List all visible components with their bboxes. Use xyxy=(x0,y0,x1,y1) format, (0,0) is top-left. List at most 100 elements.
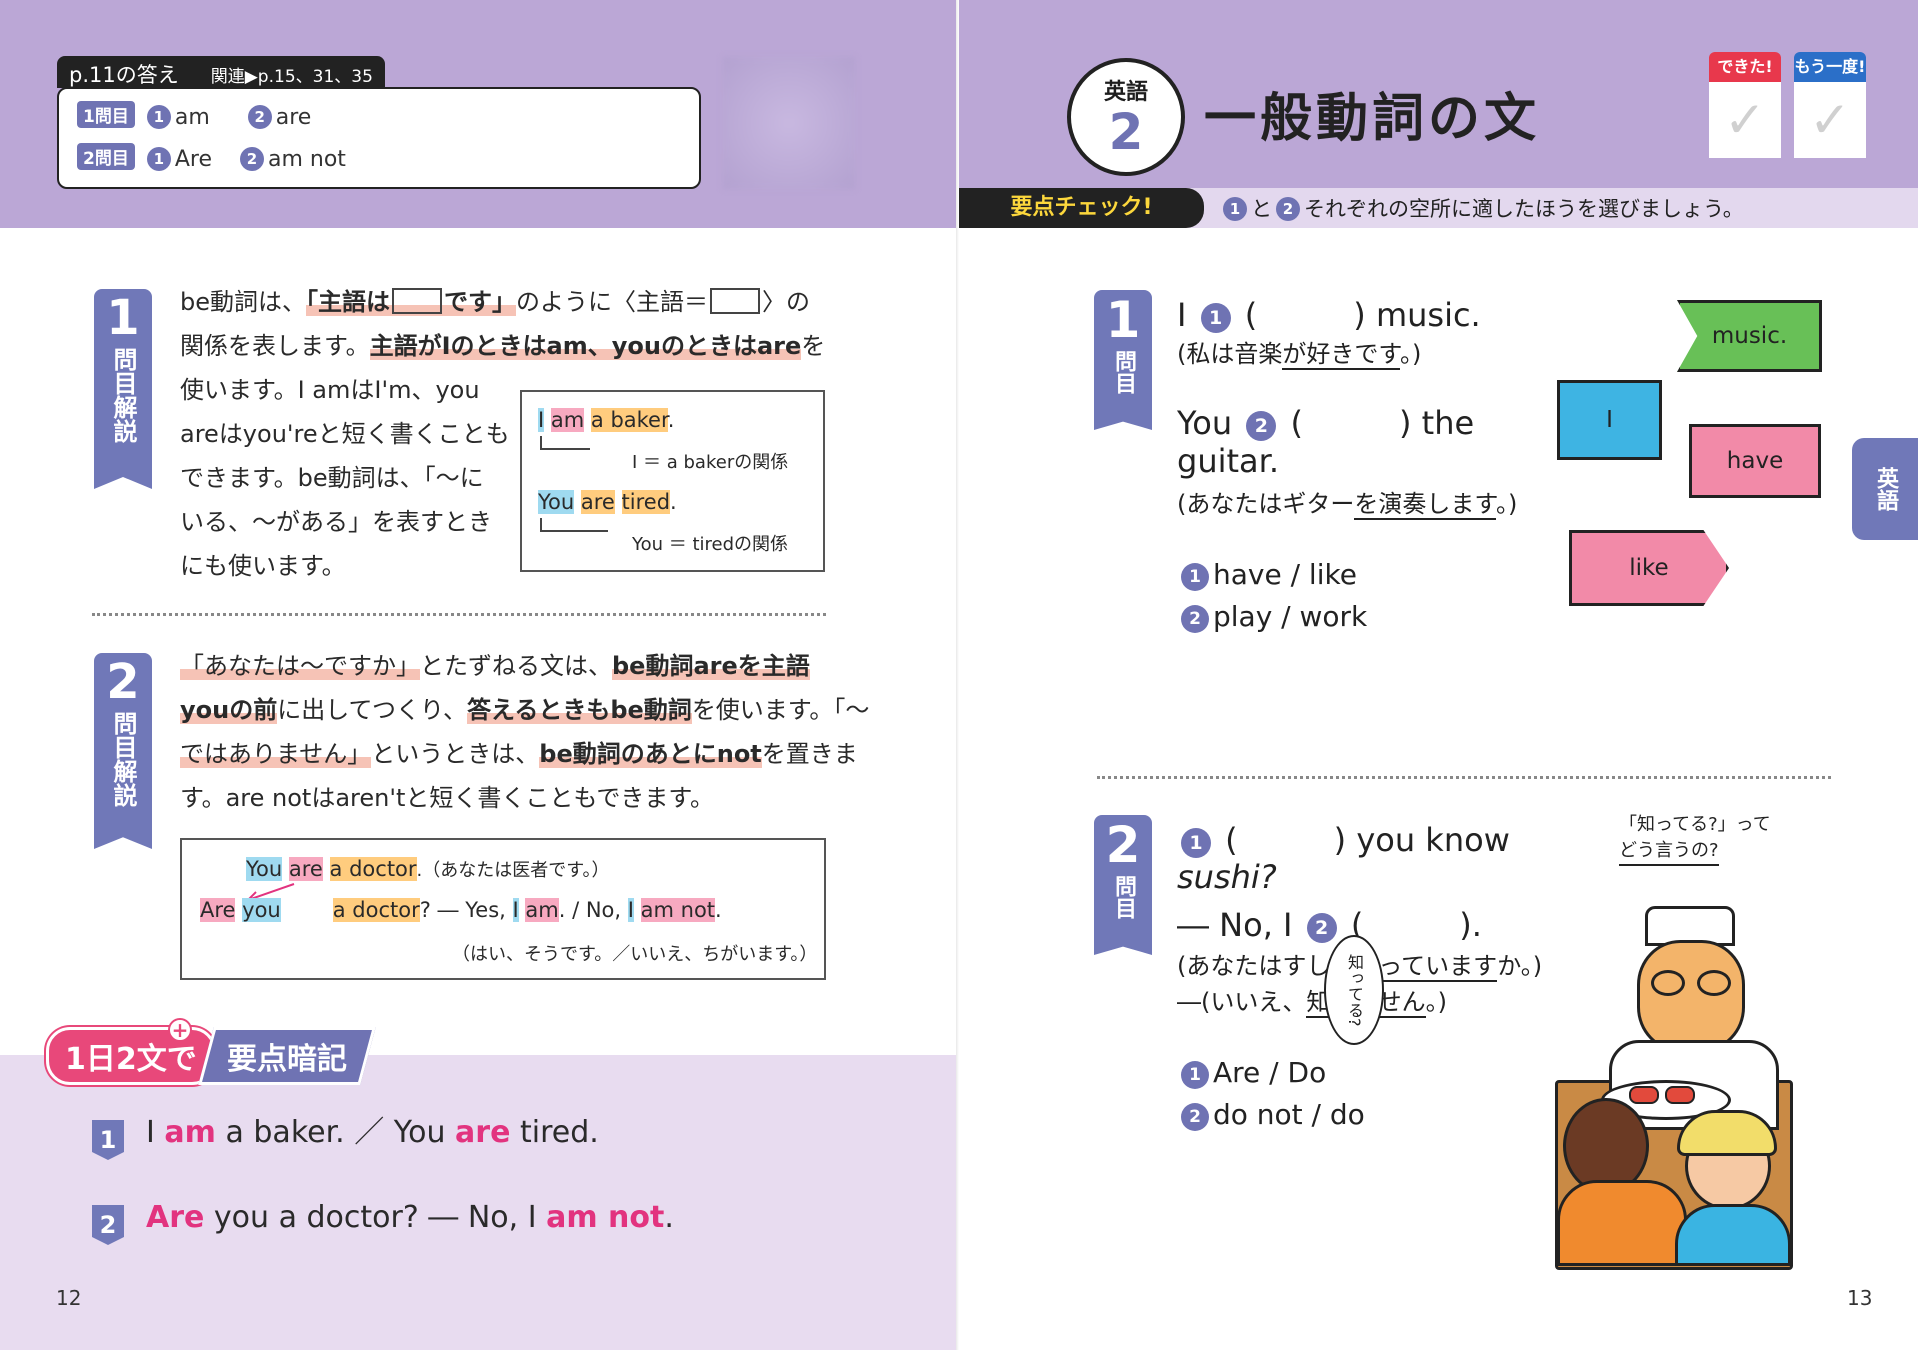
text: です」 xyxy=(444,288,516,316)
q1-sentence-1: I 1 ( ) music. xyxy=(1177,290,1481,336)
answer-blank[interactable]: ( ) xyxy=(1291,404,1412,442)
text: 。) xyxy=(1495,490,1518,518)
example-line-2: Are you a doctor? ― Yes, I am. / No, I am… xyxy=(200,898,722,922)
page-title: 一般動詞の文 xyxy=(1204,89,1541,149)
again-checkbox[interactable]: もう一度! ✓ xyxy=(1794,52,1866,160)
section-2-ribbon: 2 問目解説 xyxy=(94,653,152,849)
text: the xyxy=(1421,404,1475,442)
number-badge: 2 xyxy=(1181,605,1209,633)
page-number: 12 xyxy=(56,1286,82,1310)
text: . xyxy=(715,898,722,922)
q1-choice-2[interactable]: 2 play / work xyxy=(1177,600,1367,633)
word: Are xyxy=(200,898,236,922)
section-number: 1 xyxy=(106,290,140,346)
choice-text: have / like xyxy=(1213,558,1357,591)
text: 「知ってる?」って xyxy=(1619,814,1771,835)
text: . xyxy=(670,490,677,514)
text: を置きま xyxy=(761,740,858,768)
choice-text: do not / do xyxy=(1213,1098,1365,1131)
text: you a doctor? ― No, I xyxy=(213,1200,537,1235)
text: ―(いいえ、 xyxy=(1177,988,1307,1016)
dotted-divider xyxy=(1097,776,1831,779)
section-number: 2 xyxy=(106,654,140,710)
number-badge: 1 xyxy=(1181,1061,1209,1089)
keyword: are xyxy=(455,1115,511,1150)
done-checkbox[interactable]: できた! ✓ xyxy=(1709,52,1781,160)
section-label: 問目解説 xyxy=(109,711,137,807)
text: be動詞は、 xyxy=(180,288,306,316)
number-badge: 1 xyxy=(1223,197,1247,221)
relation-label: You ＝ tiredの関係 xyxy=(632,534,789,555)
highlight: 「主語は です」 xyxy=(306,288,516,316)
section-2-text: 「あなたは～ですか」とたずねる文は、be動詞areを主語 youの前に出してつく… xyxy=(180,644,869,820)
example-sentence-1: I am a baker. xyxy=(538,408,674,432)
choice-text: Are / Do xyxy=(1213,1056,1327,1089)
bracket xyxy=(540,436,590,450)
right-page: 英語 2 一般動詞の文 できた! ✓ もう一度! ✓ 要点チェック! 1 と 2 それ… xyxy=(959,0,1918,1350)
highlight: 「あなたは～ですか」 xyxy=(180,652,420,680)
answers-tab: p.11の答え 関連▶p.15、31、35 xyxy=(57,56,385,88)
bracket xyxy=(540,518,608,532)
example-box-1: I am a baker. I ＝ a bakerの関係 You are tir… xyxy=(520,390,825,572)
subject-side-tab: 英語 xyxy=(1852,438,1918,540)
example-translation: （はい、そうです。／いいえ、ちがいます。） xyxy=(452,944,818,965)
text: というときは、 xyxy=(371,740,540,768)
translation: .（あなたは医者です。） xyxy=(416,860,610,881)
related-pages: 関連▶p.15、31、35 xyxy=(210,67,373,87)
q2-choice-2[interactable]: 2 do not / do xyxy=(1177,1098,1365,1131)
word: am not xyxy=(640,898,716,922)
text: (あなたはすし xyxy=(1177,952,1331,980)
answer-blank[interactable]: ( ) xyxy=(1245,296,1366,334)
word: I xyxy=(512,898,519,922)
again-label: もう一度! xyxy=(1794,52,1866,82)
text: か。) xyxy=(1497,952,1543,980)
word: You xyxy=(246,857,283,881)
answers-title: p.11の答え xyxy=(69,63,179,87)
q1-sentence-2: You 2 ( ) the xyxy=(1177,398,1474,444)
question-label: 問目 xyxy=(1111,875,1136,919)
text: . xyxy=(664,1200,674,1235)
example-sentence-2: You are tired. xyxy=(538,490,677,514)
section-1-ribbon: 1 問目解説 xyxy=(94,289,152,489)
word: a doctor xyxy=(332,898,420,922)
answer-row-1: 1問目 1 am 2 are xyxy=(77,101,311,130)
question-number: 2 xyxy=(1105,816,1141,874)
blank-box xyxy=(710,288,760,314)
highlight: 答えるときもbe動詞 xyxy=(467,696,692,724)
word: are xyxy=(288,857,323,881)
example-line-1: You are a doctor.（あなたは医者です。） xyxy=(246,856,609,882)
q1-choice-1[interactable]: 1 have / like xyxy=(1177,558,1357,591)
keyword: am xyxy=(164,1115,216,1150)
answer-blank[interactable]: ( ) xyxy=(1225,821,1346,859)
memo-sentence-1: 1I am a baker. ／ You are tired. xyxy=(92,1107,599,1160)
text: 要点暗記 xyxy=(226,1042,347,1077)
text: (私は音楽 xyxy=(1177,340,1283,368)
choice-text: play / work xyxy=(1213,600,1368,633)
word: are xyxy=(580,490,615,514)
question-tag: 1問目 xyxy=(77,101,135,128)
text: a baker. ／ You xyxy=(225,1115,446,1150)
text: You xyxy=(1177,404,1233,442)
number-badge: 1 xyxy=(1181,563,1209,591)
number-badge: 2 xyxy=(1276,197,1300,221)
shield-number: 2 xyxy=(92,1205,124,1245)
underlined-text: を演奏します xyxy=(1354,490,1496,520)
underlined-text: が好きです xyxy=(1282,340,1400,370)
q2-choice-1[interactable]: 1 Are / Do xyxy=(1177,1056,1326,1089)
puzzle-piece-have: have xyxy=(1689,424,1821,498)
q2-translation-2: ―(いいえ、知りません。) xyxy=(1177,982,1448,1018)
word: you xyxy=(242,898,281,922)
text: を xyxy=(801,332,826,360)
text: 。) xyxy=(1425,988,1448,1016)
plus-icon: + xyxy=(168,1018,192,1042)
speech-bubble: 知ってる? xyxy=(1324,935,1384,1045)
relation-label: I ＝ a bakerの関係 xyxy=(632,452,789,473)
text: ? ― Yes, xyxy=(419,898,506,922)
answer-value: are xyxy=(275,105,312,130)
answer-blank[interactable]: ( ) xyxy=(1351,906,1472,944)
text: tired. xyxy=(519,1115,599,1150)
q1-translation-1: (私は音楽が好きです。) xyxy=(1177,334,1421,370)
number-badge: 2 xyxy=(240,147,264,171)
highlight: ではありません」 xyxy=(180,740,372,768)
highlight: be動詞のあとにnot xyxy=(539,740,762,768)
